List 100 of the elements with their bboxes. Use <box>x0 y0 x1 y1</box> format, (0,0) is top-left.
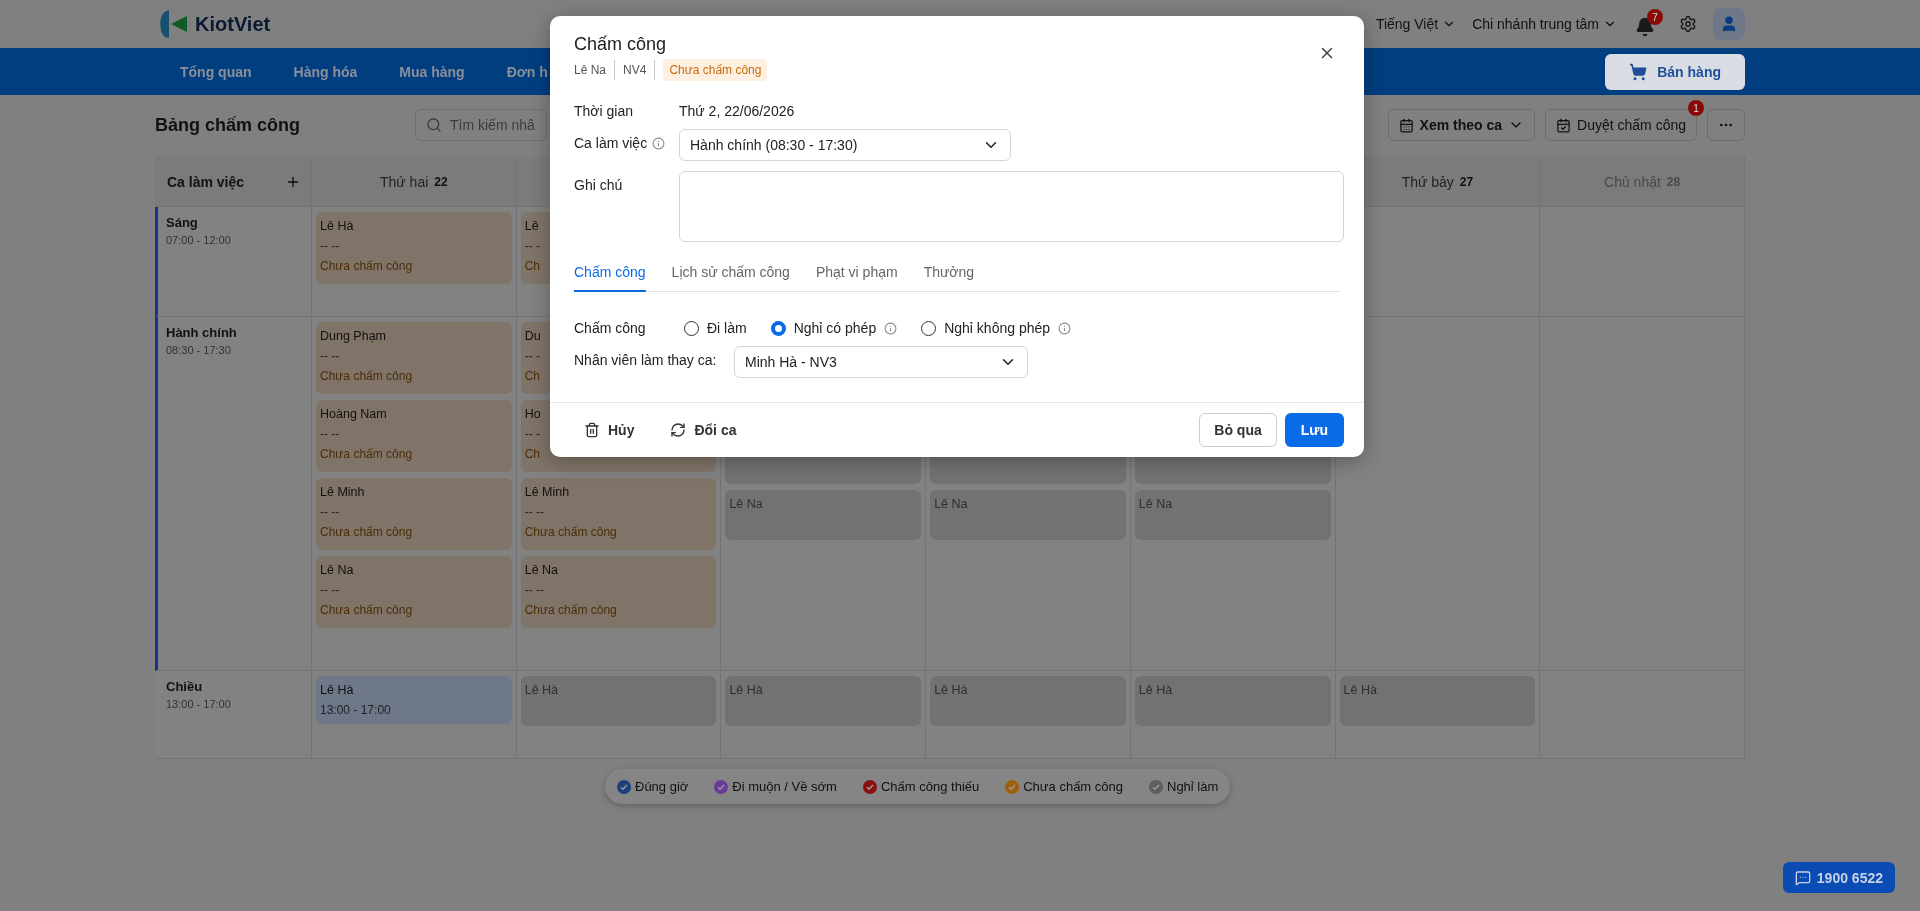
employee-name: Ho <box>524 407 541 421</box>
attendance-status: Chưa chấm công <box>320 525 413 539</box>
field-label: Nhân viên làm thay ca: <box>574 352 717 368</box>
shift-card[interactable]: Lê Na <box>1134 490 1331 540</box>
substitute-select[interactable]: Minh Hà - NV3 <box>734 346 1028 378</box>
calendar-icon <box>1398 117 1414 133</box>
option-label: Nghỉ không phép <box>944 320 1051 336</box>
shift-card[interactable]: Dung Phạm -- -- Chưa chấm công <box>316 322 512 394</box>
dialog-title: Chấm công <box>574 34 668 55</box>
check-in-time: -- - <box>524 239 541 253</box>
radio-button[interactable] <box>684 320 699 336</box>
page-title: Bảng chấm công <box>155 114 302 136</box>
shift-card[interactable]: Hoàng Nam -- -- Chưa chấm công <box>316 400 512 472</box>
shift-time: 08:30 - 17:30 <box>166 344 232 356</box>
field-label: Ca làm việc <box>574 135 648 151</box>
time-value: Thứ 2, 22/06/2026 <box>679 102 796 119</box>
settings-icon[interactable] <box>1679 15 1697 33</box>
shift-card[interactable]: Lê Na <box>930 490 1126 540</box>
cancel-shift-button[interactable]: Hủy <box>574 414 645 446</box>
nav-item[interactable]: Tổng quan <box>180 63 252 80</box>
employee-name: Lê Na <box>934 497 968 511</box>
radio-button[interactable] <box>921 320 937 336</box>
field-label: Chấm công <box>574 320 646 336</box>
search-field[interactable]: Tìm kiếm nhâ <box>415 109 547 141</box>
shift-time: 13:00 - 17:00 <box>166 698 232 710</box>
tab[interactable]: Lịch sử chấm công <box>671 256 790 292</box>
shift-card[interactable]: Lê Na <box>725 490 922 540</box>
check-in-time: -- -- <box>320 349 340 363</box>
attendance-status: Chưa chấm công <box>320 603 413 617</box>
sell-button[interactable]: Bán hàng <box>1605 53 1745 90</box>
check-in-time: -- -- <box>320 239 340 253</box>
check-in-time: -- -- <box>320 583 340 597</box>
save-button[interactable]: Lưu <box>1284 413 1344 447</box>
employee-name: Lê Hà <box>729 683 763 697</box>
view-by-shift-dropdown[interactable]: Xem theo ca <box>1387 109 1536 141</box>
tab[interactable]: Chấm công <box>574 256 646 292</box>
legend-label: Nghỉ làm <box>1167 779 1219 794</box>
nav-item[interactable]: Hàng hóa <box>293 63 358 80</box>
shift-card[interactable]: Lê Minh -- -- Chưa chấm công <box>520 478 717 550</box>
employee-name: Lê Na <box>729 497 763 511</box>
tab[interactable]: Thưởng <box>923 256 975 292</box>
shift-card[interactable]: Lê Na -- -- Chưa chấm công <box>316 556 512 628</box>
check-in-time: -- - <box>524 349 541 363</box>
shift-card[interactable]: Lê Hà <box>1339 676 1536 726</box>
day-name: Thứ hai <box>380 173 429 190</box>
shift-card[interactable]: Lê Hà <box>1134 676 1331 726</box>
day-name: Thứ bảy <box>1401 173 1454 190</box>
check-in-time: -- -- <box>320 505 340 519</box>
column-header: Ca làm việc <box>167 173 245 190</box>
note-field[interactable] <box>679 171 1344 242</box>
attendance-status: Chưa chấm công <box>524 525 617 539</box>
notification-button[interactable]: 7 <box>1633 9 1663 39</box>
attendance-status: Ch <box>524 259 541 273</box>
field-label: Thời gian <box>574 103 633 119</box>
employee-name: Lê <box>524 219 539 233</box>
day-date: 27 <box>1459 174 1474 189</box>
attendance-status: Ch <box>524 369 541 383</box>
employee-name: Lê Na <box>574 63 607 77</box>
swap-shift-button[interactable]: Đổi ca <box>660 414 747 446</box>
shift-card[interactable]: Lê Hà <box>725 676 922 726</box>
shift-time: 13:00 - 17:00 <box>320 703 391 717</box>
user-icon <box>1720 15 1738 33</box>
approval-badge: 1 <box>1688 100 1704 116</box>
shift-card[interactable]: Lê Minh -- -- Chưa chấm công <box>316 478 512 550</box>
branch-dropdown[interactable]: Chi nhánh trung tâm <box>1472 16 1617 32</box>
logo-text: KiotViet <box>195 12 271 36</box>
language-dropdown[interactable]: Tiếng Việt <box>1375 16 1457 32</box>
employee-name: Lê Hà <box>1343 683 1377 697</box>
option-label: Nghỉ có phép <box>793 320 877 336</box>
option-label: Đi làm <box>707 320 747 336</box>
nav-item[interactable]: Mua hàng <box>399 63 465 80</box>
employee-name: Du <box>524 329 541 343</box>
shift-card[interactable]: Lê Hà <box>930 676 1126 726</box>
legend-label: Đúng giờ <box>635 779 689 794</box>
employee-name: Lê Hà <box>934 683 968 697</box>
tab[interactable]: Phạt vi phạm <box>815 256 898 292</box>
employee-code: NV4 <box>623 63 647 77</box>
employee-name: Lê Minh <box>524 485 570 499</box>
hotline-button[interactable]: 1900 6522 <box>1782 862 1895 893</box>
shift-card[interactable]: Lê Hà -- -- Chưa chấm công <box>316 212 512 284</box>
nav-item[interactable]: Đơn h <box>506 63 548 80</box>
calendar-check-icon <box>1556 117 1572 133</box>
shift-card[interactable]: Lê Hà 13:00 - 17:00 <box>316 676 512 724</box>
check-in-time: -- -- <box>524 583 545 597</box>
shift-card[interactable]: Lê Hà <box>520 676 717 726</box>
user-avatar[interactable] <box>1713 8 1745 40</box>
employee-name: Lê Na <box>320 563 354 577</box>
shift-time: 07:00 - 12:00 <box>166 234 232 246</box>
shift-card[interactable]: Lê Na -- -- Chưa chấm công <box>520 556 717 628</box>
legend-label: Chưa chấm công <box>1023 779 1123 794</box>
shift-select[interactable]: Hành chính (08:30 - 17:30) <box>679 129 1011 161</box>
check-in-time: -- -- <box>524 505 545 519</box>
attendance-status: Chưa chấm công <box>320 259 413 273</box>
shift-name: Hành chính <box>166 325 238 340</box>
day-date: 22 <box>434 174 448 189</box>
employee-name: Lê Hà <box>1138 683 1173 697</box>
radio-button[interactable] <box>770 320 786 336</box>
check-in-time: -- - <box>524 427 541 441</box>
skip-button[interactable]: Bỏ qua <box>1199 413 1277 447</box>
attendance-status: Chưa chấm công <box>524 603 617 617</box>
